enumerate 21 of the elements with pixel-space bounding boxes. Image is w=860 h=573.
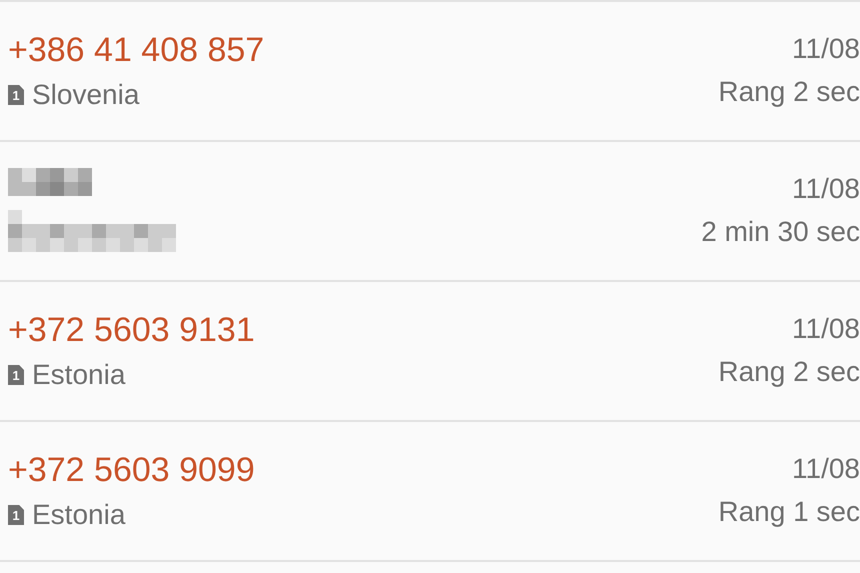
sim-icon: 1	[8, 365, 24, 385]
call-date: 11/08	[792, 173, 860, 205]
phone-number: +372 5603 9131	[8, 310, 255, 350]
call-date: 11/08	[792, 453, 860, 485]
call-log-row[interactable]: +386 41 408 857 1 Slovenia 11/08 Rang 2 sec	[0, 2, 860, 142]
call-log-row[interactable]: 11/08 2 min 30 sec	[0, 142, 860, 282]
call-duration: Rang 2 sec	[718, 355, 860, 389]
call-duration: 2 min 30 sec	[701, 215, 860, 249]
call-log-row[interactable]: +372 5603 9099 1 Estonia 11/08 Rang 1 sec	[0, 422, 860, 562]
sim-icon: 1	[8, 85, 24, 105]
phone-number: +372 5603 9099	[8, 450, 255, 490]
phone-number: +386 41 408 857	[8, 30, 264, 70]
country-label: Estonia	[32, 358, 126, 392]
country-label: Slovenia	[32, 78, 140, 112]
call-date: 11/08	[792, 33, 860, 65]
call-duration: Rang 1 sec	[718, 495, 860, 529]
call-log-row[interactable]: +372 5603 9131 1 Estonia 11/08 Rang 2 sec	[0, 282, 860, 422]
call-date: 11/08	[792, 313, 860, 345]
sim-icon: 1	[8, 505, 24, 525]
call-duration: Rang 2 sec	[718, 75, 860, 109]
country-label: Estonia	[32, 498, 126, 532]
